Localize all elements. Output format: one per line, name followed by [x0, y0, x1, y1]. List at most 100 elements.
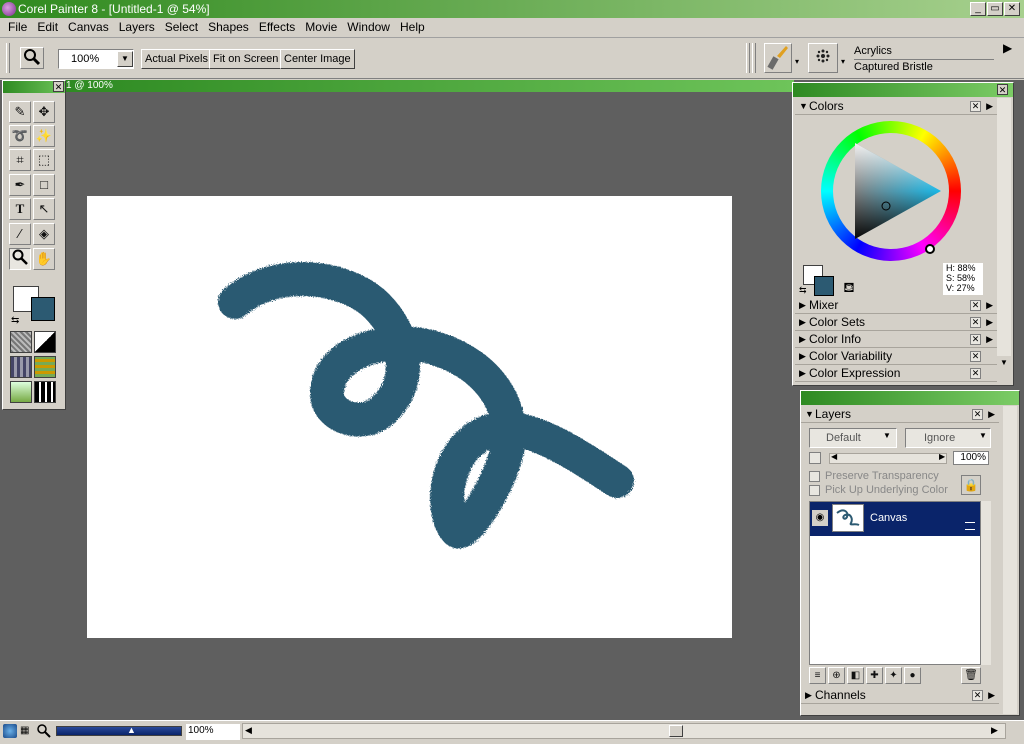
lock-icon[interactable]: 🔒 [961, 475, 981, 495]
composite-depth-arrow[interactable]: ▼ [979, 431, 987, 440]
scroll-right-arrow[interactable]: ▶ [991, 725, 998, 736]
layer-adjuster-tool-icon[interactable]: ✥ [33, 101, 55, 123]
expand-triangle-icon[interactable]: ▶ [799, 365, 806, 381]
center-image-button[interactable]: Center Image [280, 49, 355, 69]
create-layer-mask-icon[interactable]: ◧ [847, 667, 864, 684]
brush-variant-label[interactable]: Captured Bristle [854, 61, 933, 73]
layers-panel-scrollbar[interactable] [1003, 406, 1017, 714]
magnifier-tool-icon[interactable] [9, 248, 31, 270]
section-color-expression[interactable]: ▶ Color Expression ✕ [795, 365, 997, 382]
swap-colors-icon[interactable]: ⇆ [11, 315, 19, 326]
menu-canvas[interactable]: Canvas [63, 18, 114, 36]
color-info-menu-arrow[interactable]: ▶ [986, 331, 993, 347]
opacity-slider-left-arrow[interactable]: ◀ [831, 452, 837, 461]
colors-close-icon[interactable]: ✕ [970, 101, 981, 112]
toolbar-grip[interactable] [6, 43, 10, 73]
brush-category-label[interactable]: Acrylics [854, 45, 892, 57]
dynamic-plugins-icon[interactable]: ⊕ [828, 667, 845, 684]
brush-category-arrow[interactable]: ▾ [795, 57, 799, 66]
brush-tool-icon[interactable]: ✎ [9, 101, 31, 123]
brush-selector-grip[interactable] [746, 43, 750, 73]
opacity-slider[interactable] [829, 453, 947, 464]
paint-bucket-tool-icon[interactable]: ◈ [33, 223, 55, 245]
layers-section-title[interactable]: ▼ Layers ✕ ▶ [801, 406, 999, 423]
expand-triangle-icon[interactable]: ▶ [799, 348, 806, 364]
menu-layers[interactable]: Layers [114, 18, 160, 36]
colors-menu-arrow[interactable]: ▶ [986, 98, 993, 114]
colors-swap-icon[interactable]: ⇆ [799, 285, 807, 296]
layer-commands-icon[interactable]: ≡ [809, 667, 826, 684]
colors-panel-scrollbar[interactable]: ▼ [997, 98, 1011, 370]
menu-effects[interactable]: Effects [254, 18, 300, 36]
minimize-button[interactable]: _ [970, 2, 986, 16]
expand-triangle-icon[interactable]: ▶ [805, 687, 812, 703]
weaving-selector-icon[interactable] [34, 356, 56, 378]
colors-panel-close-icon[interactable]: ✕ [997, 84, 1008, 95]
magic-wand-tool-icon[interactable]: ✨ [33, 125, 55, 147]
menu-shapes[interactable]: Shapes [203, 18, 254, 36]
restore-button[interactable]: ▭ [987, 2, 1003, 16]
eye-icon[interactable]: ◉ [812, 510, 828, 526]
menu-help[interactable]: Help [395, 18, 430, 36]
color-sets-close-icon[interactable]: ✕ [970, 317, 981, 328]
brush-variant-arrow[interactable]: ▾ [841, 57, 845, 66]
layers-close-icon[interactable]: ✕ [972, 409, 983, 420]
look-selector-icon[interactable] [34, 381, 56, 403]
clone-color-icon[interactable]: ⛾ [840, 278, 858, 296]
channels-menu-arrow[interactable]: ▶ [988, 687, 995, 703]
menu-edit[interactable]: Edit [32, 18, 63, 36]
layer-row-canvas[interactable]: ◉ Canvas [810, 502, 980, 536]
zoom-slider-thumb[interactable]: ▲ [127, 725, 136, 735]
zoom-icon[interactable] [37, 724, 51, 738]
color-expression-close-icon[interactable]: ✕ [970, 368, 981, 379]
color-sets-menu-arrow[interactable]: ▶ [986, 314, 993, 330]
layers-menu-arrow[interactable]: ▶ [988, 406, 995, 422]
section-color-info[interactable]: ▶ Color Info ✕ ▶ [795, 331, 997, 348]
drawing-canvas[interactable] [87, 196, 732, 638]
trash-icon[interactable]: 🗑 [961, 667, 981, 684]
expand-triangle-icon[interactable]: ▶ [799, 297, 806, 313]
opacity-slider-right-arrow[interactable]: ▶ [939, 452, 945, 461]
section-color-sets[interactable]: ▶ Color Sets ✕ ▶ [795, 314, 997, 331]
new-layer-icon[interactable]: ✚ [866, 667, 883, 684]
painter-app-icon[interactable] [2, 2, 16, 16]
expand-triangle-icon[interactable]: ▶ [799, 331, 806, 347]
section-mixer[interactable]: ▶ Mixer ✕ ▶ [795, 297, 997, 314]
channels-section-title[interactable]: ▶ Channels ✕ ▶ [801, 687, 999, 704]
mixer-close-icon[interactable]: ✕ [970, 300, 981, 311]
horizontal-scroll-thumb[interactable] [669, 725, 683, 737]
grabber-icon[interactable]: ▦ [20, 724, 34, 738]
colors-additional-swatch[interactable] [814, 276, 834, 296]
shape-selection-tool-icon[interactable]: ↖ [33, 198, 55, 220]
new-liquid-ink-layer-icon[interactable]: ● [904, 667, 921, 684]
section-color-variability[interactable]: ▶ Color Variability ✕ [795, 348, 997, 365]
selection-adjuster-tool-icon[interactable]: ⬚ [33, 149, 55, 171]
pick-up-underlying-checkbox[interactable] [809, 485, 820, 496]
close-window-button[interactable]: ✕ [1004, 2, 1020, 16]
channels-close-icon[interactable]: ✕ [972, 690, 983, 701]
toolbox-close-icon[interactable]: ✕ [53, 81, 64, 92]
composite-method-arrow[interactable]: ▼ [883, 431, 891, 440]
menu-window[interactable]: Window [342, 18, 395, 36]
saturation-value-triangle[interactable] [833, 133, 949, 249]
brush-menu-arrow[interactable]: ▶ [1003, 41, 1012, 55]
collapse-triangle-icon[interactable]: ▼ [805, 406, 814, 422]
status-zoom-value[interactable]: 100% [186, 724, 240, 740]
grabber-tool-icon[interactable]: ✋ [33, 248, 55, 270]
expand-triangle-icon[interactable]: ▶ [799, 314, 806, 330]
layer-options-icon[interactable] [965, 522, 975, 530]
magnifier-icon[interactable] [20, 47, 44, 69]
brush-category-icon[interactable] [764, 43, 792, 73]
pen-tool-icon[interactable]: ✒ [9, 174, 31, 196]
rectangle-tool-icon[interactable]: □ [33, 174, 55, 196]
fit-on-screen-button[interactable]: Fit on Screen [209, 49, 283, 69]
collapse-triangle-icon[interactable]: ▼ [799, 98, 808, 114]
colors-section-title[interactable]: ▼ Colors ✕ ▶ [795, 98, 997, 115]
brush-selector-grip-2[interactable] [752, 43, 756, 73]
nozzle-selector-icon[interactable] [10, 381, 32, 403]
new-watercolor-layer-icon[interactable]: ✦ [885, 667, 902, 684]
layers-scrollbar[interactable] [981, 501, 991, 665]
gradient-selector-icon[interactable] [34, 331, 56, 353]
scroll-down-arrow[interactable]: ▼ [997, 356, 1011, 370]
menu-select[interactable]: Select [160, 18, 203, 36]
